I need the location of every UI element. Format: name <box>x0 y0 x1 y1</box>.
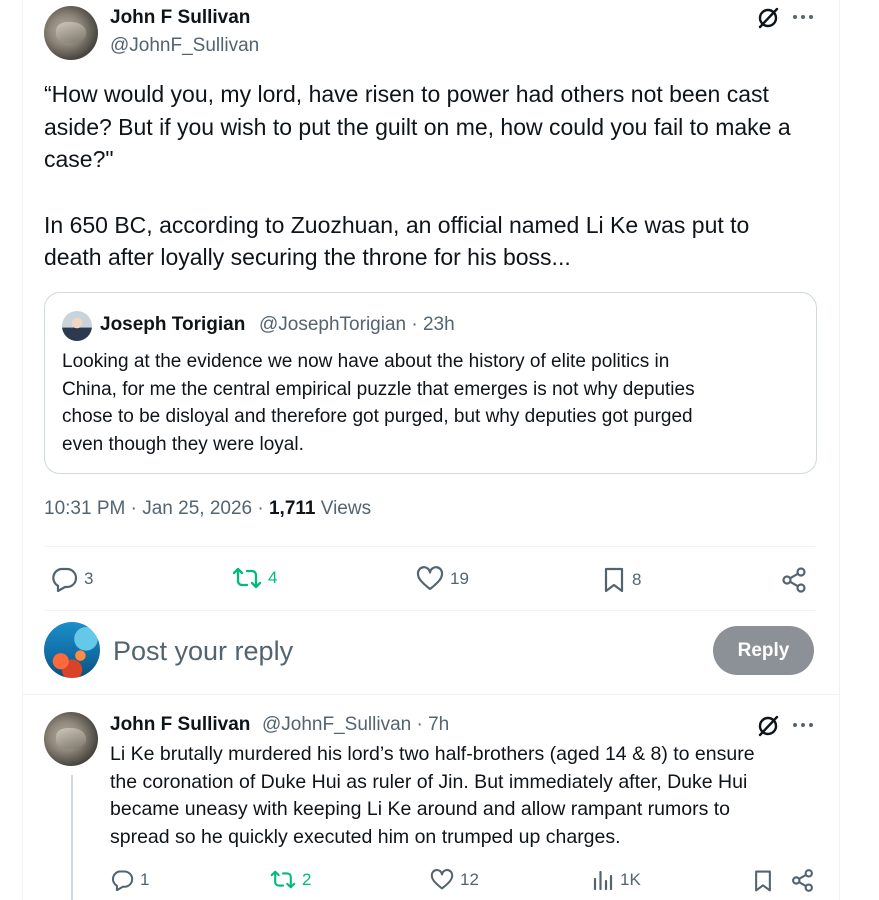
more-icon[interactable] <box>792 720 814 730</box>
reply-text-line: became uneasy with keeping Li Ke around … <box>110 798 731 820</box>
quoted-author-handle: @JosephTorigian · 23h <box>259 314 455 335</box>
reply-icon <box>52 567 78 592</box>
reply-reply-action[interactable]: 1 <box>110 869 149 891</box>
reply-author-avatar[interactable] <box>44 712 98 766</box>
quoted-text-line: chose to be disloyal and therefore got p… <box>62 406 693 427</box>
bookmark-action[interactable]: 8 <box>602 566 641 594</box>
repost-icon <box>232 567 262 589</box>
repost-icon <box>270 870 296 889</box>
reply-like-action[interactable]: 12 <box>430 869 479 891</box>
reply-author-name[interactable]: John F Sullivan <box>110 714 250 736</box>
views-icon <box>593 870 613 891</box>
views-count: 1,711 <box>268 498 316 519</box>
quoted-post-text: Looking at the evidence we now have abou… <box>62 348 802 458</box>
divider <box>44 610 815 611</box>
quoted-text-line: Looking at the evidence we now have abou… <box>62 351 670 372</box>
reply-text: Li Ke brutally murdered his lord’s two h… <box>110 741 755 851</box>
reply-text-line: Li Ke brutally murdered his lord’s two h… <box>110 743 755 765</box>
post-meta: 10:31 PM · Jan 25, 2026 · 1,711 Views <box>44 498 371 520</box>
post-text-line: death after loyally securing the throne … <box>44 244 571 270</box>
more-icon[interactable] <box>792 12 814 22</box>
reply-repost-count: 2 <box>302 869 312 889</box>
quoted-author-avatar <box>62 311 92 341</box>
reply-views-action[interactable]: 1K <box>592 869 641 891</box>
repost-count: 4 <box>268 568 278 587</box>
share-icon[interactable] <box>790 868 815 893</box>
author-name[interactable]: John F Sullivan <box>110 7 250 29</box>
like-icon <box>430 869 454 890</box>
reply-text-line: the coronation of Duke Hui as ruler of J… <box>110 770 748 793</box>
bookmark-count: 8 <box>632 570 642 589</box>
like-count: 19 <box>450 569 469 588</box>
section-divider <box>22 694 839 695</box>
post-text-line: “How would you, my lord, have risen to p… <box>44 81 769 107</box>
reply-text-line: spread so he quickly executed him on tru… <box>110 825 621 848</box>
user-avatar[interactable] <box>44 622 100 678</box>
repost-action[interactable]: 4 <box>232 566 277 590</box>
share-action[interactable] <box>780 566 808 594</box>
reply-action[interactable]: 3 <box>50 566 93 592</box>
like-icon <box>416 566 444 591</box>
post-text-line: aside? But if you wish to put the guilt … <box>44 114 791 140</box>
share-icon <box>782 567 806 593</box>
reply-repost-action[interactable]: 2 <box>270 869 311 890</box>
quoted-post-card[interactable]: Joseph Torigian @JosephTorigian · 23h Lo… <box>44 292 817 474</box>
grok-icon[interactable] <box>756 714 780 738</box>
reply-count: 3 <box>84 569 94 588</box>
reply-input[interactable]: Post your reply <box>113 636 293 667</box>
reply-like-count: 12 <box>460 870 479 889</box>
like-action[interactable]: 19 <box>416 566 469 592</box>
bookmark-icon[interactable] <box>752 869 774 893</box>
reply-reply-count: 1 <box>140 870 150 889</box>
quoted-author-name: Joseph Torigian <box>100 314 246 335</box>
reply-author-handle[interactable]: @JohnF_Sullivan · 7h <box>262 714 449 736</box>
grok-icon[interactable] <box>756 6 780 30</box>
reply-icon <box>111 870 134 891</box>
divider <box>44 546 815 547</box>
author-avatar[interactable] <box>44 6 98 60</box>
post-text-line: In 650 BC, according to Zuozhuan, an off… <box>44 212 750 238</box>
quoted-text-line: China, for me the central empirical puzz… <box>62 378 695 400</box>
thread-line <box>71 775 73 900</box>
views-label: Views <box>315 498 372 519</box>
post-text-line: case?" <box>44 146 114 172</box>
reply-button[interactable]: Reply <box>713 626 814 675</box>
post-timestamp[interactable]: 10:31 PM · Jan 25, 2026 · <box>44 498 269 519</box>
author-handle[interactable]: @JohnF_Sullivan <box>110 35 259 57</box>
reply-views-count: 1K <box>620 870 641 889</box>
bookmark-icon <box>604 567 624 593</box>
quoted-text-line: even though they were loyal. <box>62 433 304 455</box>
